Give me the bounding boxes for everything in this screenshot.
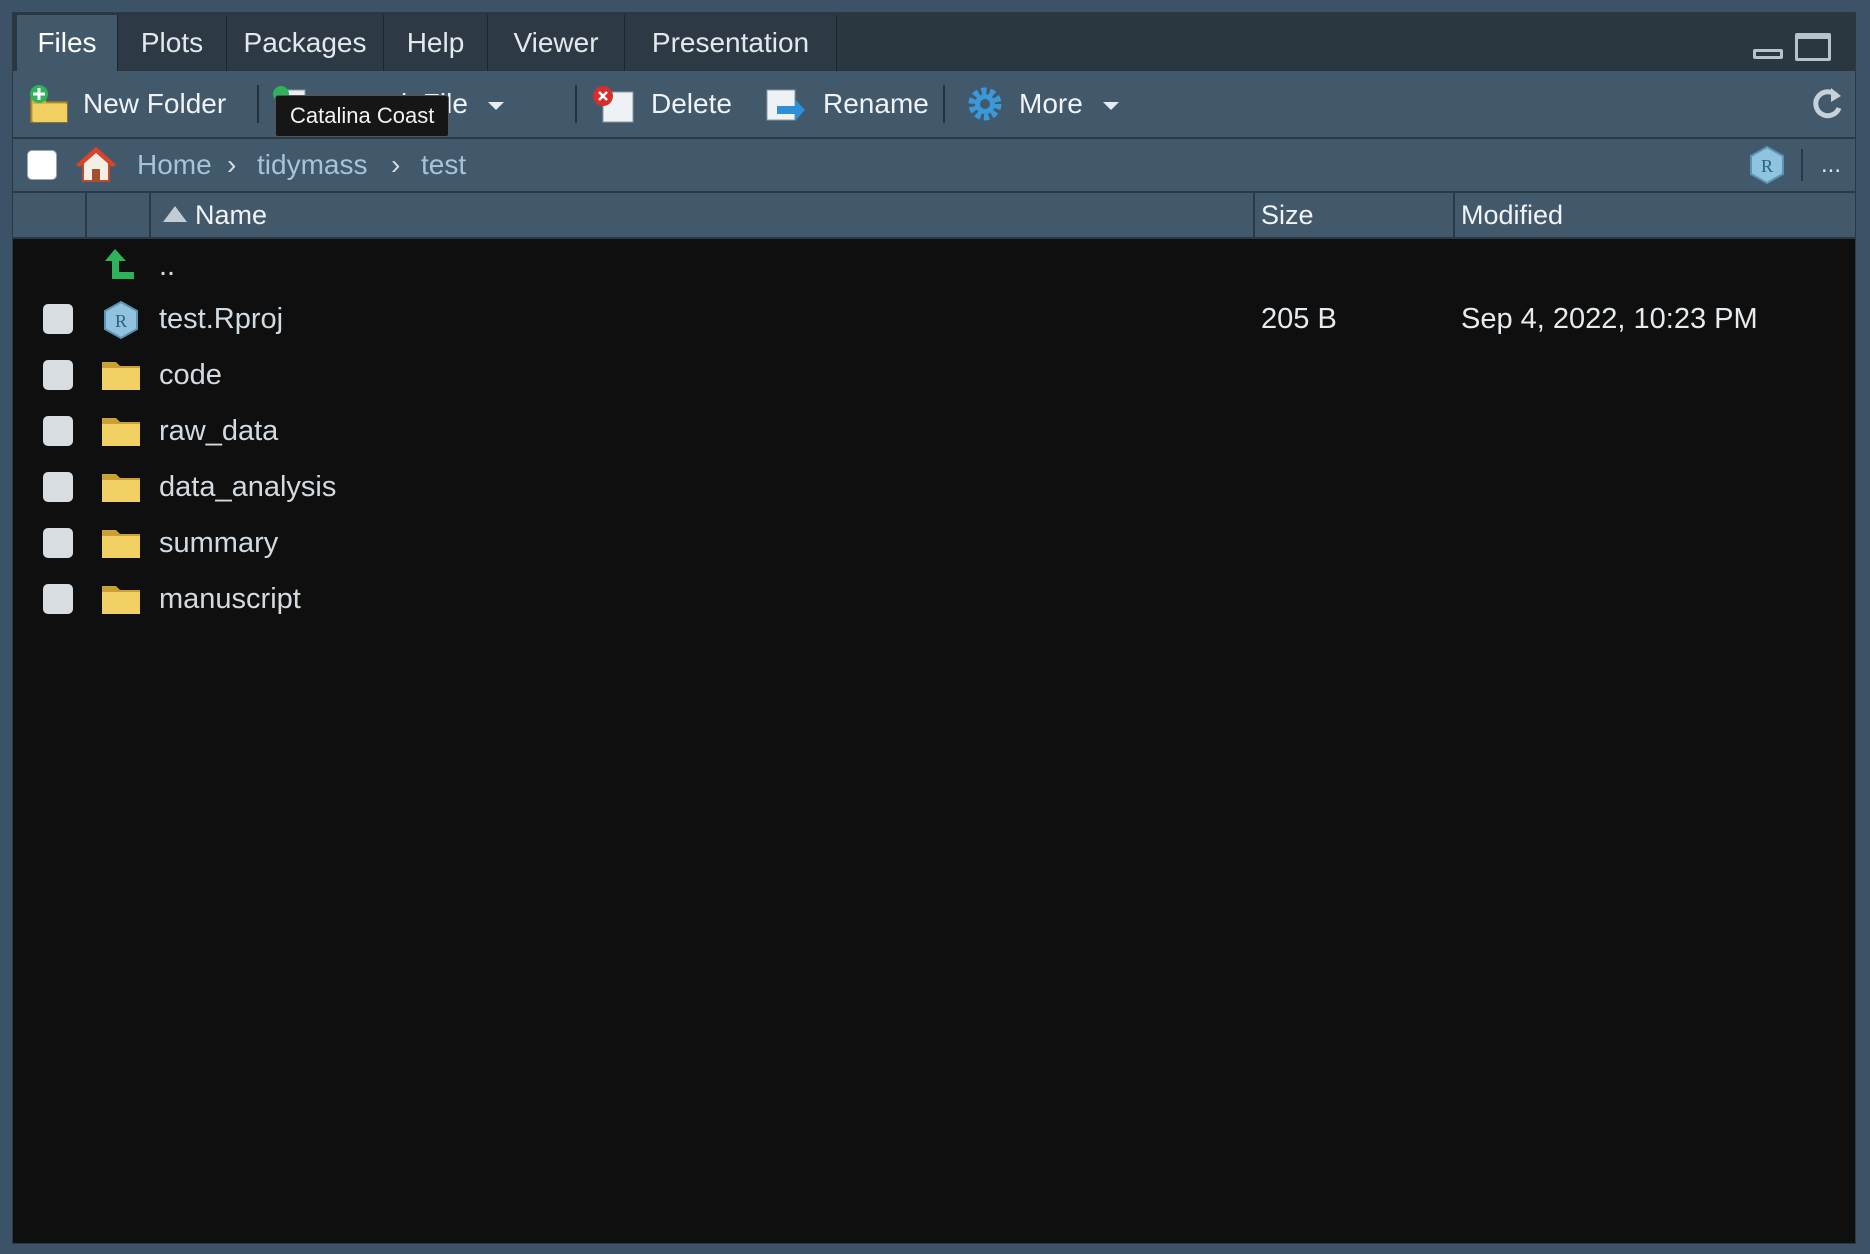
chevron-down-icon [1102,102,1119,110]
list-item[interactable]: summary [13,520,1855,567]
svg-text:R: R [1761,156,1773,176]
delete-label: Delete [651,88,732,119]
more-button[interactable]: More [965,71,1119,137]
folder-icon [102,586,140,614]
row-checkbox[interactable] [43,360,73,390]
toolbar-divider [257,85,259,123]
tab-files[interactable]: Files [17,15,118,71]
tab-viewer[interactable]: Viewer [488,15,625,71]
rename-icon [766,89,805,121]
folder-icon [102,362,140,390]
file-name[interactable]: test.Rproj [159,296,283,343]
svg-text:R: R [115,311,127,331]
file-size: 205 B [1261,303,1337,335]
header-size-label: Size [1261,200,1314,230]
refresh-icon [1813,88,1842,119]
sort-ascending-icon [163,205,187,222]
parent-directory-link[interactable]: .. [159,243,175,290]
column-headers: Name Size Modified [13,193,1855,239]
file-name[interactable]: data_analysis [159,464,336,511]
parent-directory-row[interactable]: .. [13,243,1855,290]
rename-button[interactable]: Rename [763,71,929,137]
list-item[interactable]: raw_data [13,408,1855,455]
file-name[interactable]: manuscript [159,576,301,623]
select-all-checkbox[interactable] [27,150,57,180]
home-icon[interactable] [75,145,117,183]
row-checkbox[interactable] [43,304,73,334]
row-checkbox[interactable] [43,472,73,502]
new-folder-button[interactable]: New Folder [27,71,226,137]
delete-button[interactable]: Delete [591,71,732,137]
breadcrumb-home[interactable]: Home [137,139,212,191]
header-name-label: Name [195,200,268,230]
toolbar-divider [1801,149,1803,181]
tab-plots[interactable]: Plots [118,15,227,71]
header-modified[interactable]: Modified [1453,193,1855,237]
rproject-icon: R [104,300,138,340]
gear-icon [968,87,1002,121]
more-options-button[interactable]: ... [1821,139,1841,191]
breadcrumb: Home › tidymass › test R ... [13,139,1855,193]
list-item[interactable]: code [13,352,1855,399]
chevron-right-icon: › [391,149,401,180]
toolbar-divider [943,85,945,123]
toolbar-divider [575,85,577,123]
delete-icon [593,86,634,123]
tab-bar: Files Plots Packages Help Viewer Present… [13,13,1855,71]
list-item[interactable]: manuscript [13,576,1855,623]
header-name[interactable]: Name [149,193,1265,237]
rproject-icon[interactable]: R [1747,145,1787,185]
file-name[interactable]: summary [159,520,278,567]
row-checkbox[interactable] [43,584,73,614]
tab-packages[interactable]: Packages [227,15,384,71]
rename-label: Rename [823,88,929,119]
new-folder-icon [30,85,68,123]
minimize-icon[interactable] [1753,49,1783,59]
row-checkbox[interactable] [43,416,73,446]
folder-icon [102,474,140,502]
up-arrow-icon [105,249,134,279]
chevron-right-icon: › [227,149,237,180]
chevron-down-icon [487,102,504,110]
tab-presentation[interactable]: Presentation [625,15,837,71]
folder-icon [102,530,140,558]
file-name[interactable]: code [159,352,222,399]
row-checkbox[interactable] [43,528,73,558]
maximize-icon[interactable] [1795,33,1831,61]
breadcrumb-test[interactable]: test [421,139,466,191]
file-name[interactable]: raw_data [159,408,278,455]
header-size[interactable]: Size [1253,193,1453,237]
more-label: More [1019,88,1083,119]
header-modified-label: Modified [1461,200,1564,230]
file-modified: Sep 4, 2022, 10:23 PM [1461,303,1758,335]
refresh-button[interactable] [1807,71,1847,137]
header-icon-col [85,193,147,237]
list-item[interactable]: data_analysis [13,464,1855,511]
breadcrumb-tidymass[interactable]: tidymass [257,139,367,191]
tooltip: Catalina Coast [275,95,450,137]
new-folder-label: New Folder [83,88,227,119]
list-item[interactable]: R test.Rproj 205 B Sep 4, 2022, 10:23 PM [13,296,1855,343]
folder-icon [102,418,140,446]
tab-help[interactable]: Help [384,15,488,71]
files-pane: Files Plots Packages Help Viewer Present… [12,12,1856,1244]
